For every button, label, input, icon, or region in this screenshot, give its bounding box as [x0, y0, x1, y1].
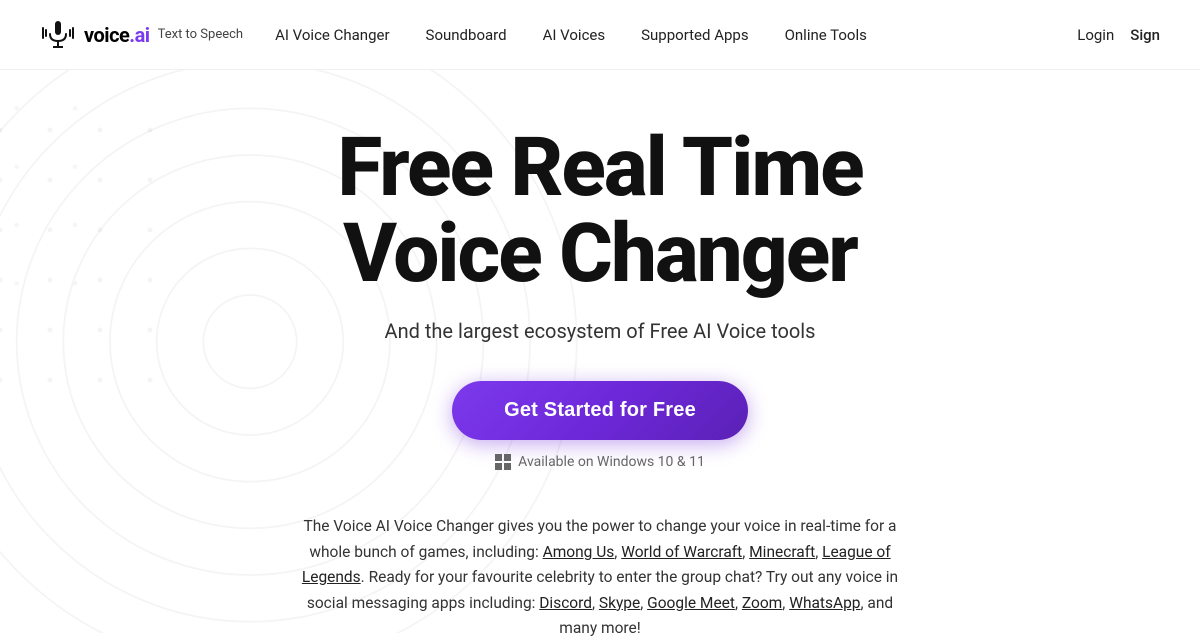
- nav-supported-apps[interactable]: Supported Apps: [641, 26, 748, 44]
- windows-label: Available on Windows 10 & 11: [518, 454, 705, 470]
- link-whatsapp[interactable]: WhatsApp: [789, 594, 860, 612]
- nav-ai-voice-changer[interactable]: AI Voice Changer: [275, 26, 389, 44]
- link-discord[interactable]: Discord: [539, 594, 592, 612]
- hero-title: Free Real Time Voice Changer: [337, 125, 862, 297]
- link-skype[interactable]: Skype: [599, 594, 640, 612]
- link-among-us[interactable]: Among Us: [543, 543, 615, 561]
- logo-text: voice.ai: [84, 23, 150, 47]
- link-google-meet[interactable]: Google Meet: [647, 594, 735, 612]
- link-minecraft[interactable]: Minecraft: [749, 543, 815, 561]
- link-zoom[interactable]: Zoom: [742, 594, 782, 612]
- hero-subtitle: And the largest ecosystem of Free AI Voi…: [385, 319, 816, 343]
- windows-icon: [495, 454, 511, 470]
- main-content: Free Real Time Voice Changer And the lar…: [0, 70, 1200, 642]
- login-button[interactable]: Login: [1077, 26, 1114, 44]
- microphone-icon: [40, 17, 76, 53]
- nav-soundboard[interactable]: Soundboard: [426, 26, 507, 44]
- nav-tts-label: Text to Speech: [158, 27, 243, 42]
- nav-ai-voices[interactable]: AI Voices: [543, 26, 606, 44]
- link-wow[interactable]: World of Warcraft: [621, 543, 742, 561]
- navbar: voice.ai Text to Speech AI Voice Changer…: [0, 0, 1200, 70]
- cta-button[interactable]: Get Started for Free: [452, 381, 748, 440]
- nav-actions: Login Sign: [1077, 26, 1160, 44]
- windows-badge: Available on Windows 10 & 11: [495, 454, 705, 470]
- logo-link[interactable]: voice.ai: [40, 17, 150, 53]
- nav-links: AI Voice Changer Soundboard AI Voices Su…: [275, 26, 1077, 44]
- nav-online-tools[interactable]: Online Tools: [785, 26, 867, 44]
- signup-button[interactable]: Sign: [1130, 26, 1160, 44]
